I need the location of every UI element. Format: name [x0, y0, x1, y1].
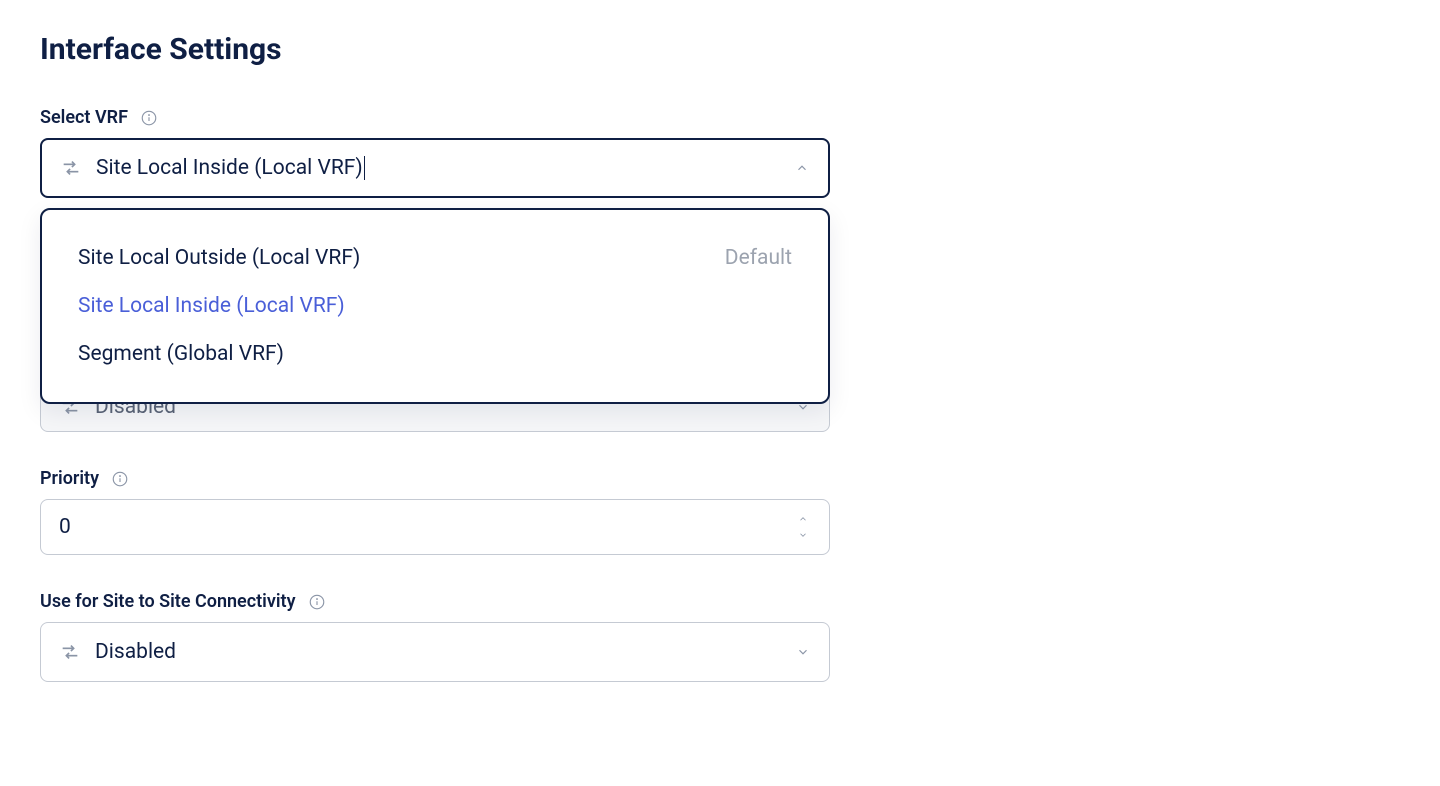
chevron-up-icon [794, 160, 810, 176]
swap-icon [60, 157, 82, 179]
vrf-option-inside[interactable]: Site Local Inside (Local VRF) [42, 282, 828, 330]
priority-label: Priority [40, 468, 99, 489]
priority-input[interactable]: 0 [40, 499, 830, 555]
label-row: Priority [40, 468, 830, 489]
label-row: Select VRF [40, 107, 830, 128]
vrf-label: Select VRF [40, 107, 128, 128]
info-icon[interactable] [111, 470, 129, 488]
option-label: Segment (Global VRF) [78, 342, 284, 366]
site-to-site-value: Disabled [95, 640, 795, 664]
vrf-dropdown: Site Local Outside (Local VRF) Default S… [40, 208, 830, 404]
chevron-down-icon [795, 644, 811, 660]
vrf-value: Site Local Inside (Local VRF) [96, 156, 794, 180]
info-icon[interactable] [140, 109, 158, 127]
site-to-site-label: Use for Site to Site Connectivity [40, 591, 296, 612]
text-cursor [364, 156, 365, 180]
info-icon[interactable] [308, 593, 326, 611]
number-spinner [795, 513, 811, 541]
vrf-option-outside[interactable]: Site Local Outside (Local VRF) Default [42, 234, 828, 282]
field-site-to-site: Use for Site to Site Connectivity Disabl… [40, 591, 830, 682]
option-label: Site Local Outside (Local VRF) [78, 246, 360, 270]
spinner-down[interactable] [795, 529, 811, 541]
priority-value: 0 [59, 515, 795, 539]
spinner-up[interactable] [795, 513, 811, 525]
settings-panel: Interface Settings Select VRF Site Local… [0, 0, 870, 750]
field-priority: Priority 0 [40, 468, 830, 555]
option-badge: Default [725, 246, 792, 270]
page-title: Interface Settings [40, 32, 830, 67]
site-to-site-select[interactable]: Disabled [40, 622, 830, 682]
vrf-option-segment[interactable]: Segment (Global VRF) [42, 330, 828, 378]
vrf-select[interactable]: Site Local Inside (Local VRF) [40, 138, 830, 198]
label-row: Use for Site to Site Connectivity [40, 591, 830, 612]
swap-icon [59, 641, 81, 663]
option-label: Site Local Inside (Local VRF) [78, 294, 345, 318]
field-select-vrf: Select VRF Site Local Inside (Local VRF)… [40, 107, 830, 198]
